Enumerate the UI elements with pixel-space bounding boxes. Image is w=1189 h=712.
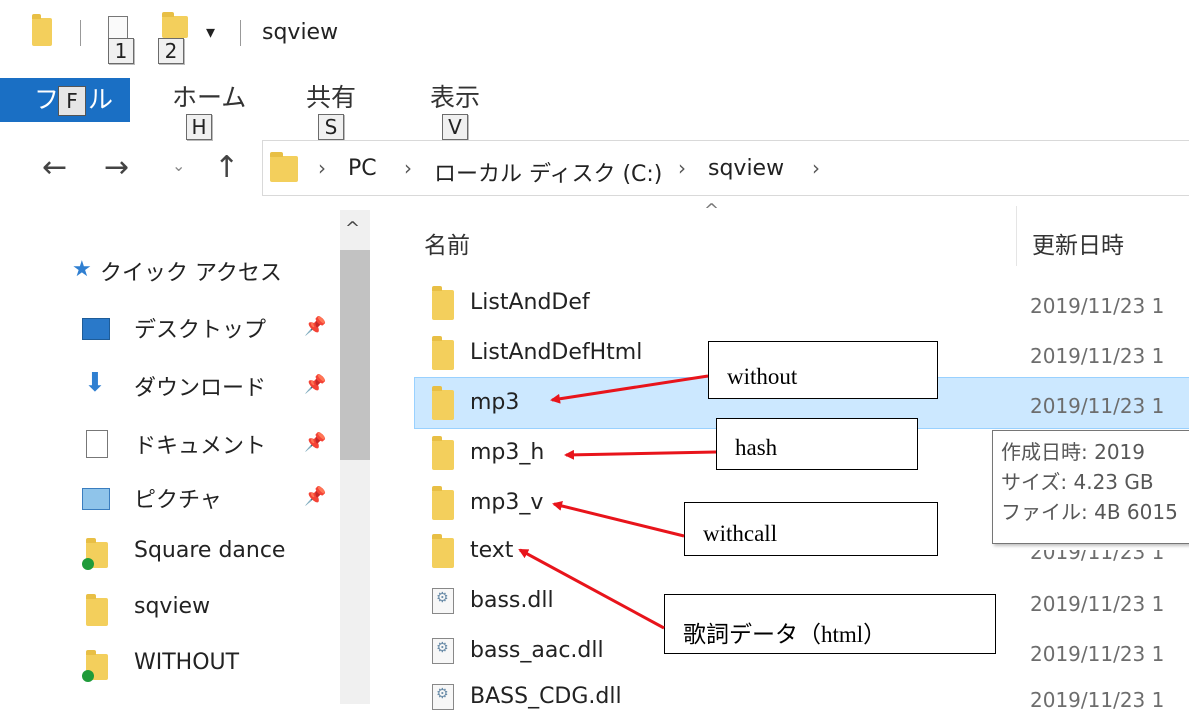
arrow-withcall (552, 501, 685, 538)
arrow-without (550, 374, 709, 404)
arrow-lyrics (518, 548, 665, 630)
arrow-hash (564, 449, 717, 460)
annotation-arrows (518, 374, 717, 630)
